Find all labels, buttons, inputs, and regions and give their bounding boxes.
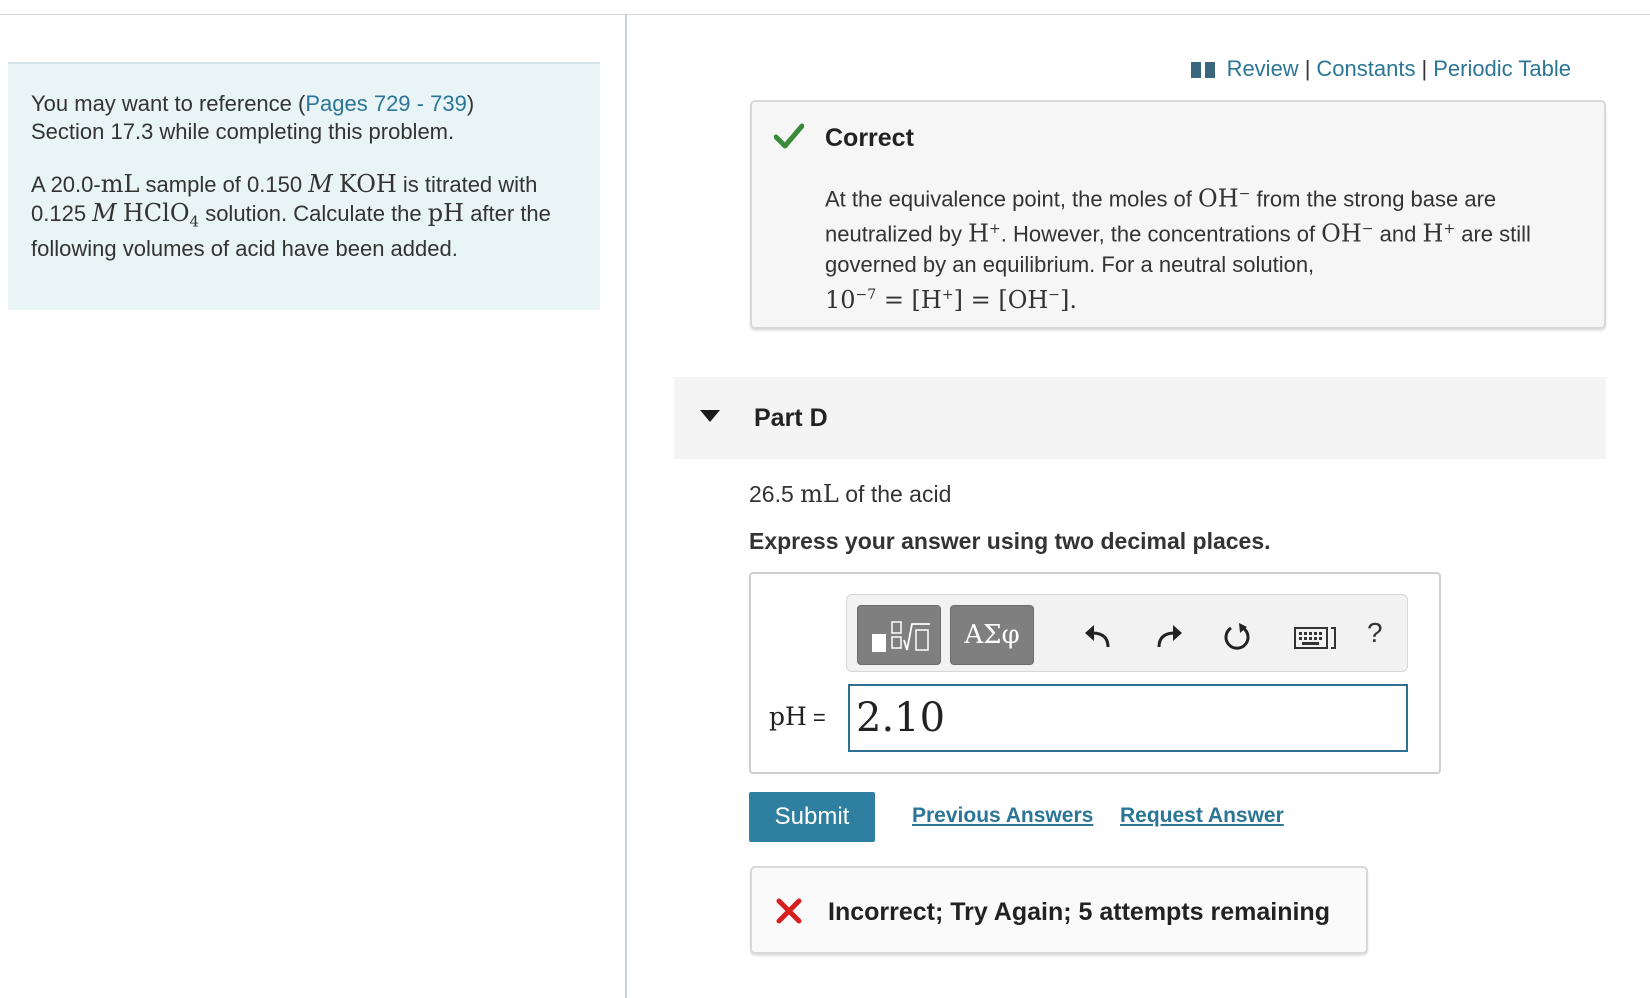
reference-panel: You may want to reference (Pages 729 - 7…: [8, 62, 600, 310]
correct-title: Correct: [825, 124, 914, 152]
resource-links: Review | Constants | Periodic Table: [1190, 56, 1571, 82]
help-icon[interactable]: ?: [1367, 617, 1383, 649]
request-answer-link[interactable]: Request Answer: [1120, 804, 1284, 828]
templates-button[interactable]: [857, 605, 941, 665]
constants-link[interactable]: Constants: [1316, 56, 1415, 82]
panel-divider: [625, 15, 627, 998]
submit-button[interactable]: Submit: [749, 792, 875, 842]
correct-explanation: At the equivalence point, the moles of O…: [825, 184, 1531, 314]
reset-icon[interactable]: [1221, 621, 1253, 653]
part-d-header[interactable]: Part D: [674, 377, 1606, 459]
undo-icon[interactable]: [1082, 621, 1114, 653]
link-separator: |: [1421, 56, 1428, 81]
answer-label: pH =: [769, 702, 826, 731]
problem-statement: A 20.0-mL sample of 0.150 M KOH is titra…: [31, 170, 551, 262]
collapse-triangle-icon[interactable]: [700, 410, 720, 422]
review-link[interactable]: Review: [1227, 56, 1299, 82]
math-toolbar: ΑΣφ ?: [846, 594, 1408, 672]
section-line: Section 17.3 while completing this probl…: [31, 119, 455, 144]
incorrect-feedback: Incorrect; Try Again; 5 attempts remaini…: [750, 866, 1368, 954]
check-icon: [774, 123, 804, 149]
greek-symbols-button[interactable]: ΑΣφ: [950, 605, 1034, 665]
x-icon: [776, 898, 802, 924]
periodic-table-link[interactable]: Periodic Table: [1433, 56, 1571, 82]
reference-line: You may want to reference (Pages 729 - 7…: [31, 91, 475, 116]
question-text: 26.5 mL of the acid: [749, 480, 952, 508]
previous-answers-link[interactable]: Previous Answers: [912, 804, 1093, 828]
top-divider: [0, 14, 1650, 15]
answer-box: ΑΣφ ? pH = 2.10: [749, 572, 1441, 774]
answer-instruction: Express your answer using two decimal pl…: [749, 528, 1271, 554]
part-title: Part D: [754, 404, 828, 432]
redo-icon[interactable]: [1153, 621, 1185, 653]
ph-answer-input[interactable]: 2.10: [848, 684, 1408, 752]
incorrect-message: Incorrect; Try Again; 5 attempts remaini…: [828, 898, 1330, 926]
book-icon: [1190, 60, 1215, 78]
pages-link[interactable]: Pages 729 - 739: [305, 91, 466, 116]
keyboard-icon[interactable]: [1294, 625, 1338, 651]
correct-feedback: Correct At the equivalence point, the mo…: [750, 100, 1606, 329]
neutral-equation: 10−7 = [H+] = [OH−].: [825, 285, 1078, 314]
templates-icon: [872, 621, 930, 652]
link-separator: |: [1304, 56, 1311, 81]
